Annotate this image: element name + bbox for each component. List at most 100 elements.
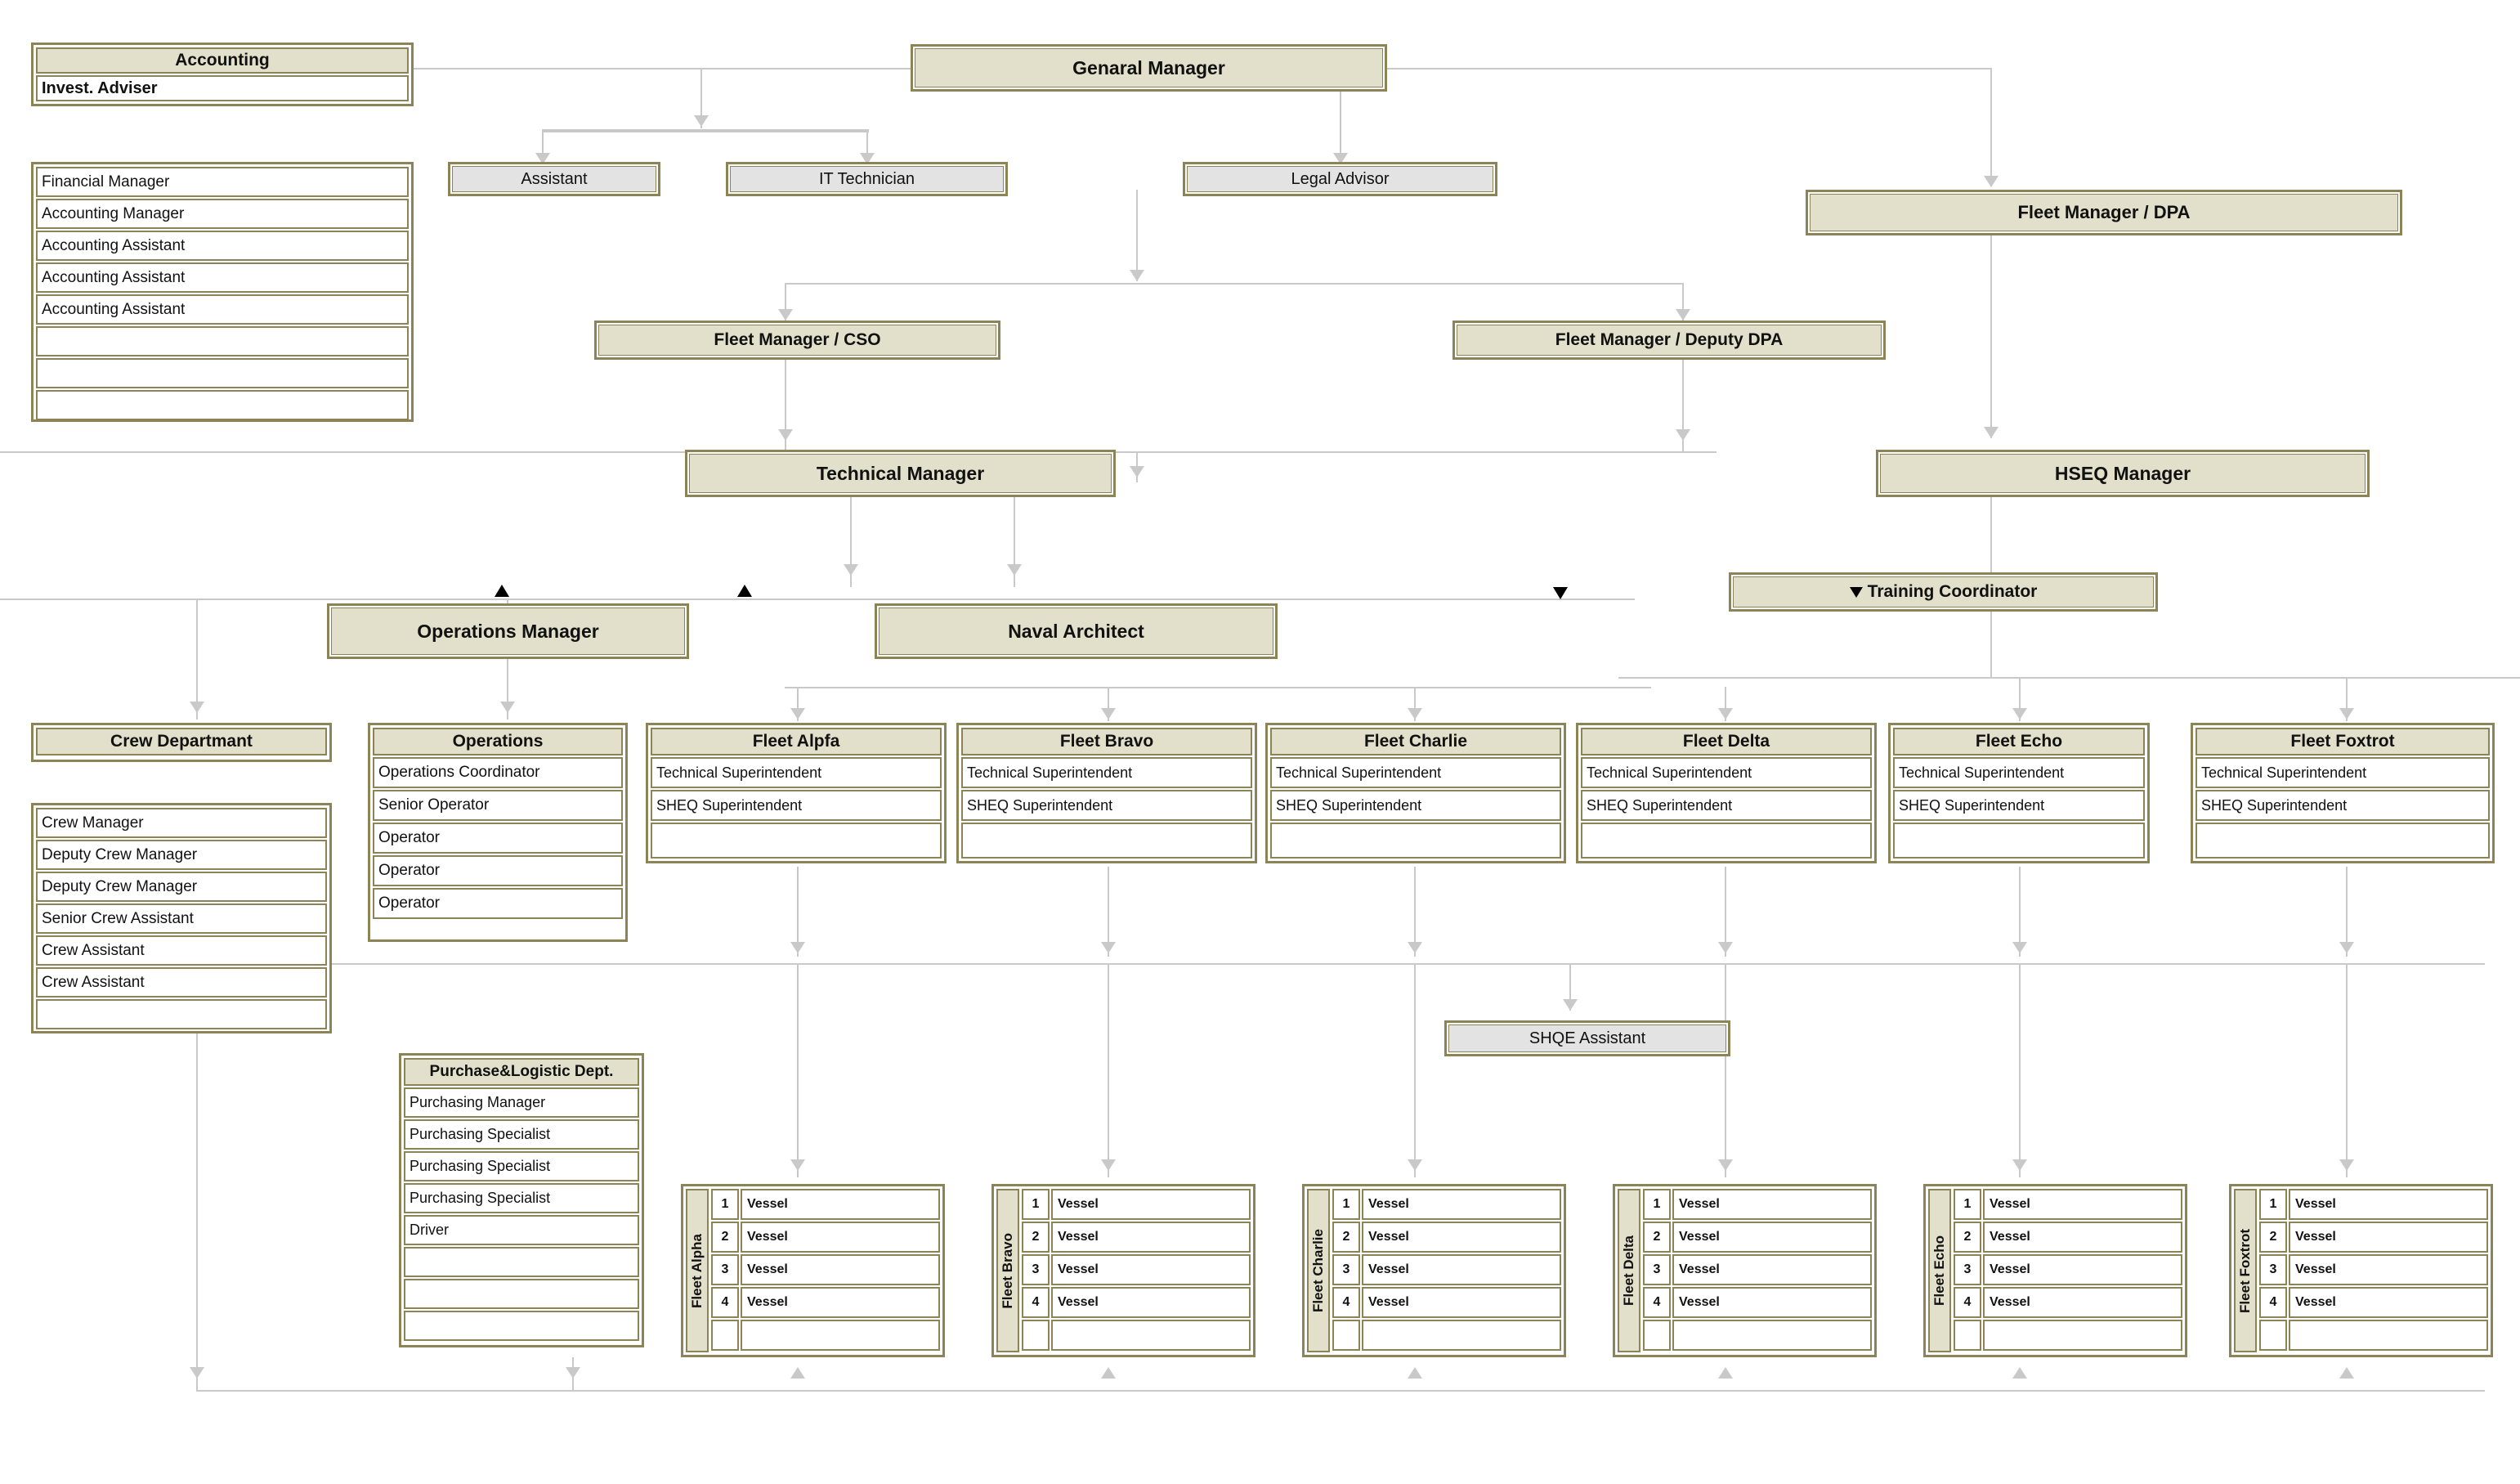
vessel-number: 1: [2259, 1189, 2287, 1220]
vessel-row[interactable]: 3 Vessel: [2259, 1254, 2488, 1285]
connector: [2019, 963, 2021, 1177]
vessel-row[interactable]: 1 Vessel: [1022, 1189, 1251, 1220]
vessel-row[interactable]: 1 Vessel: [1954, 1189, 2182, 1220]
fleet-echo-box[interactable]: Fleet Echo Technical Superintendent SHEQ…: [1888, 723, 2150, 863]
vessel-group-bravo[interactable]: Fleet Bravo 1 Vessel 2 Vessel 3 Vessel 4 Ves…: [991, 1184, 1256, 1357]
vessel-group-delta[interactable]: Fleet Delta 1 Vessel 2 Vessel 3 Vessel 4 Ves…: [1613, 1184, 1877, 1357]
connector-arrow: [2339, 708, 2354, 720]
fleet-alpfa-box[interactable]: Fleet Alpfa Technical Superintendent SHE…: [646, 723, 947, 863]
list-item: Deputy Crew Manager: [36, 872, 327, 902]
assistant-node[interactable]: Assistant: [448, 162, 660, 196]
vessel-row[interactable]: 3 Vessel: [1332, 1254, 1561, 1285]
vessel-group-alpha[interactable]: Fleet Alpha 1 Vessel 2 Vessel 3 Vessel 4 Ves…: [681, 1184, 945, 1357]
fleet-manager-dpa-node[interactable]: Fleet Manager / DPA: [1806, 190, 2402, 235]
connector-arrow: [566, 1367, 580, 1379]
vessel-number: 4: [1954, 1287, 1981, 1318]
vessel-row[interactable]: 3 Vessel: [1643, 1254, 1872, 1285]
vessel-number: 1: [1954, 1189, 1981, 1220]
operations-manager-node[interactable]: Operations Manager: [327, 603, 689, 659]
technical-manager-node[interactable]: Technical Manager: [685, 450, 1116, 497]
vessel-group-charlie[interactable]: Fleet Charlie 1 Vessel 2 Vessel 3 Vessel 4V…: [1302, 1184, 1566, 1357]
vessel-number: 3: [1643, 1254, 1671, 1285]
vessel-row[interactable]: 3 Vessel: [711, 1254, 940, 1285]
vessel-number: [1332, 1320, 1360, 1351]
vessel-row[interactable]: 4 Vessel: [1954, 1287, 2182, 1318]
purchase-logistic-department-box[interactable]: Purchase&Logistic Dept. Purchasing Manag…: [399, 1053, 644, 1347]
vessel-row[interactable]: [711, 1320, 940, 1351]
fleet-manager-cso-node[interactable]: Fleet Manager / CSO: [594, 321, 1000, 360]
connector-arrow: [1007, 564, 1022, 576]
connector-arrow: [778, 429, 793, 441]
fleet-charlie-box[interactable]: Fleet Charlie Technical Superintendent S…: [1265, 723, 1566, 863]
black-marker-down-icon: [1849, 586, 1863, 598]
vessel-row[interactable]: 4 Vessel: [2259, 1287, 2488, 1318]
vessel-number: 2: [1954, 1222, 1981, 1253]
vessel-row[interactable]: 2 Vessel: [2259, 1222, 2488, 1253]
vessel-row[interactable]: 4 Vessel: [1332, 1287, 1561, 1318]
vessel-group-label: Fleet Alpha: [686, 1189, 709, 1352]
list-item: Accounting Assistant: [36, 294, 409, 325]
vessel-name: Vessel: [1672, 1254, 1872, 1285]
list-item: Driver: [404, 1215, 639, 1245]
vessel-name: Vessel: [2289, 1222, 2488, 1253]
vessel-number: 3: [2259, 1254, 2287, 1285]
connector-arrow: [790, 1367, 805, 1379]
list-item: SHEQ Superintendent: [1893, 790, 2145, 821]
vessel-row[interactable]: 1 Vessel: [1332, 1189, 1561, 1220]
crew-department-header-box[interactable]: Crew Departmant: [31, 723, 332, 762]
operations-department-box[interactable]: Operations Operations Coordinator Senior…: [368, 723, 628, 942]
vessel-row[interactable]: [1332, 1320, 1561, 1351]
vessel-row[interactable]: 3 Vessel: [1954, 1254, 2182, 1285]
it-technician-node[interactable]: IT Technician: [726, 162, 1008, 196]
hseq-manager-node[interactable]: HSEQ Manager: [1876, 450, 2370, 497]
black-marker-up-icon: [737, 585, 752, 597]
fleet-delta-box[interactable]: Fleet Delta Technical Superintendent SHE…: [1576, 723, 1877, 863]
vessel-row[interactable]: [2259, 1320, 2488, 1351]
vessel-name: Vessel: [1983, 1222, 2182, 1253]
vessel-row[interactable]: 4 Vessel: [1022, 1287, 1251, 1318]
list-item: [404, 1279, 639, 1309]
vessel-row[interactable]: 2 Vessel: [711, 1222, 940, 1253]
general-manager-node[interactable]: Genaral Manager: [911, 44, 1387, 92]
vessel-row[interactable]: 2 Vessel: [1332, 1222, 1561, 1253]
vessel-row[interactable]: 3 Vessel: [1022, 1254, 1251, 1285]
vessel-row[interactable]: 1 Vessel: [2259, 1189, 2488, 1220]
fleet-bravo-box[interactable]: Fleet Bravo Technical Superintendent SHE…: [956, 723, 1257, 863]
connector: [797, 963, 799, 1177]
fleet-title: Fleet Delta: [1581, 728, 1872, 755]
vessel-number: 1: [1643, 1189, 1671, 1220]
vessel-group-echo[interactable]: Fleet Echo 1 Vessel 2 Vessel 3 Vessel 4 Vess…: [1923, 1184, 2187, 1357]
vessel-row[interactable]: [1954, 1320, 2182, 1351]
vessel-row[interactable]: 4 Vessel: [711, 1287, 940, 1318]
vessel-row[interactable]: [1022, 1320, 1251, 1351]
connector-arrow: [190, 1367, 204, 1379]
fleet-title: Fleet Foxtrot: [2195, 728, 2490, 755]
accounting-roles-box[interactable]: Financial Manager Accounting Manager Acc…: [31, 162, 414, 422]
technical-manager-label: Technical Manager: [689, 454, 1112, 493]
vessel-row[interactable]: 2 Vessel: [1954, 1222, 2182, 1253]
vessel-number: [1954, 1320, 1981, 1351]
crew-department-roles-box[interactable]: Crew Manager Deputy Crew Manager Deputy …: [31, 803, 332, 1033]
vessel-row[interactable]: [1643, 1320, 1872, 1351]
list-item: Operator: [373, 888, 623, 919]
connector-arrow: [1101, 1159, 1116, 1171]
shqe-assistant-node[interactable]: SHQE Assistant: [1444, 1020, 1730, 1056]
vessel-row[interactable]: 2 Vessel: [1022, 1222, 1251, 1253]
connector-arrow: [1563, 999, 1578, 1011]
vessel-row[interactable]: 2 Vessel: [1643, 1222, 1872, 1253]
list-item: [1581, 823, 1872, 859]
accounting-header-box[interactable]: Accounting Invest. Adviser: [31, 43, 414, 106]
fleet-foxtrot-box[interactable]: Fleet Foxtrot Technical Superintendent S…: [2191, 723, 2495, 863]
fleet-manager-deputy-dpa-node[interactable]: Fleet Manager / Deputy DPA: [1452, 321, 1886, 360]
training-coordinator-node[interactable]: Training Coordinator: [1729, 572, 2158, 612]
vessel-row[interactable]: 4 Vessel: [1643, 1287, 1872, 1318]
vessel-group-foxtrot[interactable]: Fleet Foxtrot 1 Vessel 2 Vessel 3 Vessel 4V…: [2229, 1184, 2493, 1357]
list-item: [36, 326, 409, 356]
crew-department-title: Crew Departmant: [36, 728, 327, 755]
vessel-row[interactable]: 1 Vessel: [1643, 1189, 1872, 1220]
connector-arrow: [1101, 708, 1116, 720]
vessel-number: 2: [1022, 1222, 1050, 1253]
vessel-row[interactable]: 1 Vessel: [711, 1189, 940, 1220]
legal-advisor-node[interactable]: Legal Advisor: [1183, 162, 1497, 196]
naval-architect-node[interactable]: Naval Architect: [875, 603, 1278, 659]
